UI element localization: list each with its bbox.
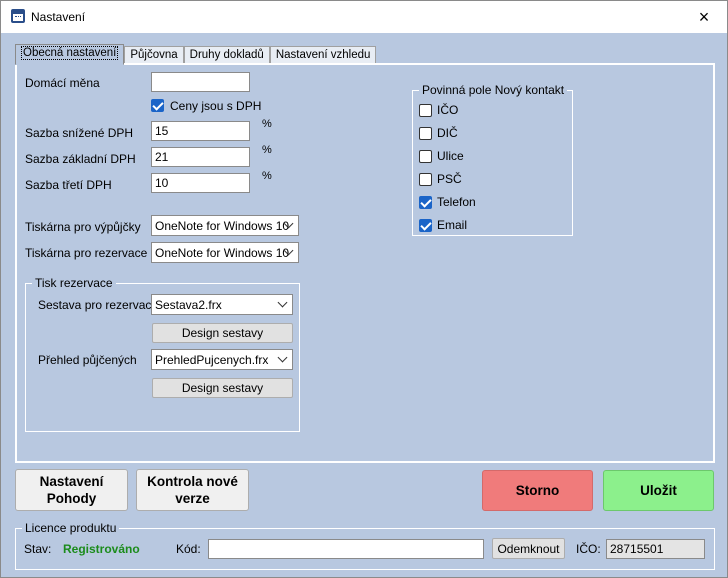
license-title: Licence produktu [22,521,120,535]
required-email-label: Email [437,218,468,232]
required-phone-label: Telefon [437,195,476,209]
vat-reduced-percent: % [262,118,272,130]
unlock-button[interactable]: Odemknout [492,538,565,559]
save-button[interactable]: Uložit [603,470,714,511]
loans-overview-select[interactable]: PrehledPujcenych.frx [151,349,293,370]
vat-basic-percent: % [262,144,272,156]
pohoda-settings-button[interactable]: Nastavení Pohody [15,469,128,511]
vat-reduced-label: Sazba snížené DPH [25,126,134,140]
title-bar: Nastavení × [1,1,727,33]
prices-with-vat-label: Ceny jsou s DPH [170,99,262,113]
required-zip-label: PSČ [437,172,462,186]
tab-general[interactable]: Obecná nastavení [15,44,125,65]
license-status-value: Registrováno [63,542,140,556]
reservation-report-label: Sestava pro rezervaci [38,298,155,312]
required-email-checkbox[interactable] [419,219,432,232]
home-currency-label: Domácí měna [25,76,100,90]
chevron-down-icon [284,220,294,230]
prices-with-vat-checkbox[interactable] [151,99,164,112]
required-ico-label: IČO [437,103,459,117]
cancel-button[interactable]: Storno [482,470,593,511]
design-overview-button[interactable]: Design sestavy [152,378,293,398]
required-dic-label: DIČ [437,126,458,140]
reservation-report-select[interactable]: Sestava2.frx [151,294,293,315]
print-reservation-title: Tisk rezervace [32,276,116,290]
vat-third-input[interactable]: 10 [151,173,250,193]
vat-basic-label: Sazba základní DPH [25,152,136,166]
loans-overview-label: Přehled půjčených [38,353,137,367]
license-ico-label: IČO: [576,542,601,556]
required-ico-checkbox[interactable] [419,104,432,117]
close-icon[interactable]: × [681,1,727,33]
vat-third-percent: % [262,170,272,182]
required-street-label: Ulice [437,149,464,163]
license-code-label: Kód: [176,542,201,556]
chevron-down-icon [278,354,288,364]
required-zip-checkbox[interactable] [419,173,432,186]
required-dic-checkbox[interactable] [419,127,432,140]
home-currency-input[interactable] [151,72,250,92]
chevron-down-icon [284,247,294,257]
calendar-icon [11,9,25,23]
tab-strip: Obecná nastavení Půjčovna Druhy dokladů … [15,44,377,65]
printer-loans-label: Tiskárna pro výpůjčky [25,220,141,234]
license-ico-field: 28715501 [606,539,705,559]
printer-loans-select[interactable]: OneNote for Windows 10 [151,215,299,236]
settings-window: Nastavení × Obecná nastavení Půjčovna Dr… [0,0,728,578]
check-version-button[interactable]: Kontrola nové verze [136,469,249,511]
design-report-button[interactable]: Design sestavy [152,323,293,343]
chevron-down-icon [278,299,288,309]
license-status-label: Stav: [24,542,52,556]
required-fields-title: Povinná pole Nový kontakt [419,83,568,97]
vat-reduced-input[interactable]: 15 [151,121,250,141]
printer-reservations-label: Tiskárna pro rezervace [25,246,148,260]
window-title: Nastavení [31,10,86,24]
license-code-input[interactable] [208,539,484,559]
required-street-checkbox[interactable] [419,150,432,163]
printer-reservations-select[interactable]: OneNote for Windows 10 [151,242,299,263]
vat-third-label: Sazba třetí DPH [25,178,112,192]
required-phone-checkbox[interactable] [419,196,432,209]
vat-basic-input[interactable]: 21 [151,147,250,167]
